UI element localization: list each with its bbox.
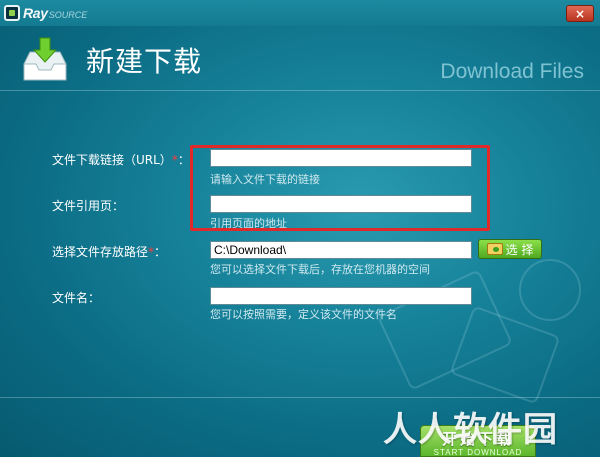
new-download-window: Ray SOURCE × 新建下载 Download Files 文件下载链接（… — [0, 0, 600, 457]
close-button[interactable]: × — [566, 5, 594, 22]
footer-divider — [0, 397, 600, 398]
save-path-input[interactable] — [210, 241, 472, 259]
logo-text: Ray — [23, 5, 48, 21]
save-path-label: 选择文件存放路径*： — [52, 245, 167, 259]
logo-icon — [4, 5, 20, 21]
filename-input[interactable] — [210, 287, 472, 305]
url-label: 文件下载链接（URL）*： — [52, 153, 190, 167]
download-tray-icon — [23, 37, 67, 81]
select-folder-button[interactable]: 选 择 — [478, 239, 542, 259]
save-path-hint: 您可以选择文件下载后，存放在您机器的空间 — [210, 263, 430, 276]
filename-hint: 您可以按照需要，定义该文件的文件名 — [210, 308, 397, 321]
select-folder-label: 选 择 — [505, 242, 534, 257]
folder-icon — [486, 243, 503, 255]
page-title: 新建下载 — [86, 45, 203, 78]
title-bar[interactable]: Ray SOURCE × — [0, 0, 600, 26]
header-divider — [0, 90, 600, 91]
filename-label: 文件名： — [52, 291, 101, 305]
logo-subtext: SOURCE — [48, 9, 88, 20]
raysource-logo: Ray SOURCE — [4, 4, 96, 22]
page-subtitle: Download Files — [440, 60, 584, 83]
referrer-label: 文件引用页： — [52, 199, 125, 213]
required-fields-highlight — [190, 145, 490, 231]
watermark: 人人软件园 — [383, 410, 558, 450]
